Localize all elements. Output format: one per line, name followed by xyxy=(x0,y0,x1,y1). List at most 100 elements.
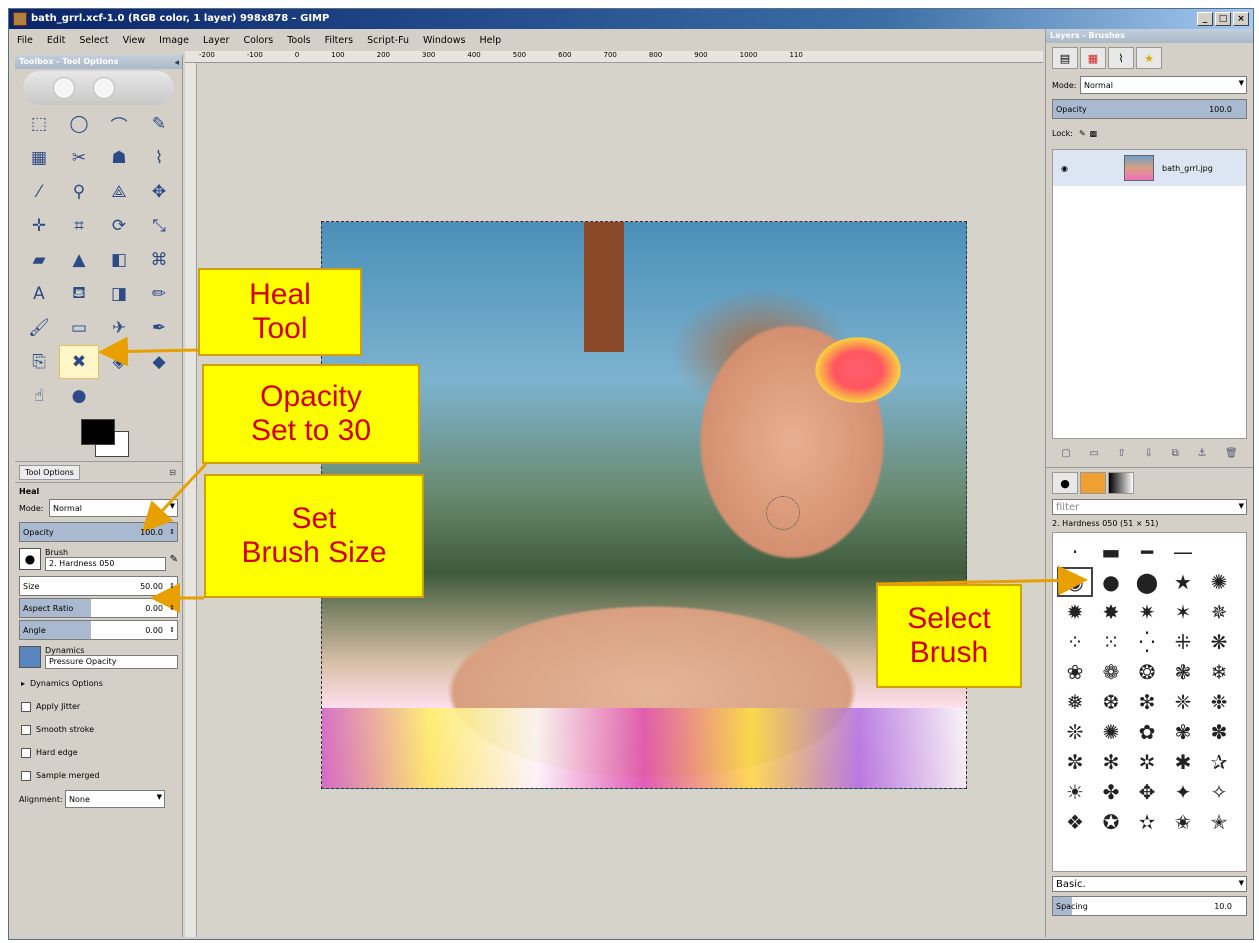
layers-mode-select[interactable]: Normal ▼ xyxy=(1080,76,1247,94)
new-layer-icon[interactable]: ▢ xyxy=(1061,448,1070,459)
brush-preview[interactable]: ✿ xyxy=(1129,717,1165,747)
blend-icon[interactable]: ◨ xyxy=(99,277,139,311)
tab-patterns-icon[interactable] xyxy=(1080,472,1106,494)
edit-brush-icon[interactable]: ✎ xyxy=(166,554,178,565)
brush-preview[interactable]: ❖ xyxy=(1057,807,1093,837)
smudge-icon[interactable]: ☝ xyxy=(19,379,59,413)
delete-layer-icon[interactable]: 🗑 xyxy=(1225,448,1238,459)
brush-preview[interactable]: ❆ xyxy=(1093,687,1129,717)
blur-sharpen-icon[interactable]: ◆ xyxy=(139,345,179,379)
smooth-stroke-checkbox[interactable] xyxy=(21,724,31,735)
eraser-icon[interactable]: ▭ xyxy=(59,311,99,345)
tab-brushes-icon[interactable]: ● xyxy=(1052,472,1078,494)
brush-preview[interactable]: ✹ xyxy=(1057,597,1093,627)
dynamics-field[interactable]: Pressure Opacity xyxy=(45,654,178,669)
dynamics-options-expander[interactable]: ▸ Dynamics Options xyxy=(15,672,182,695)
move-icon[interactable]: ✥ xyxy=(139,175,179,209)
brush-preview[interactable]: ⁘ xyxy=(1057,627,1093,657)
menu-select[interactable]: Select xyxy=(77,33,110,48)
brush-preview-icon[interactable]: ● xyxy=(19,548,41,570)
horizontal-ruler[interactable]: -200 -100 0 100 200 300 400 500 600 700 800 900 1000… xyxy=(185,51,1043,63)
dodge-burn-icon[interactable]: ● xyxy=(59,379,99,413)
heal-icon[interactable]: ✖ xyxy=(59,345,99,379)
rotate-icon[interactable]: ⟳ xyxy=(99,209,139,243)
size-slider[interactable]: Size 50.00 ⇕ xyxy=(19,576,178,596)
brush-preview[interactable]: ✸ xyxy=(1093,597,1129,627)
brush-preview[interactable]: ━ xyxy=(1129,537,1165,567)
brush-preview[interactable]: ❁ xyxy=(1093,657,1129,687)
brush-preview[interactable]: ❀ xyxy=(1057,657,1093,687)
bucket-fill-icon[interactable]: ⛾ xyxy=(59,277,99,311)
opacity-slider[interactable]: Opacity 100.0 ⇕ xyxy=(19,522,178,542)
perspective-icon[interactable]: ▲ xyxy=(59,243,99,277)
brush-preview[interactable]: ✧ xyxy=(1201,777,1237,807)
brush-preview[interactable]: ✺ xyxy=(1201,567,1237,597)
flip-icon[interactable]: ◧ xyxy=(99,243,139,277)
dock-menu-icon[interactable]: ◂ xyxy=(174,56,179,70)
alignment-select[interactable]: None ▼ xyxy=(65,790,165,808)
menu-filters[interactable]: Filters xyxy=(323,33,355,48)
lock-pixels-icon[interactable]: ✎ xyxy=(1073,129,1086,138)
maximize-button[interactable]: □ xyxy=(1215,12,1231,26)
brush-preview[interactable]: ✪ xyxy=(1093,807,1129,837)
duplicate-layer-icon[interactable]: ⧉ xyxy=(1172,448,1179,459)
brush-preview[interactable]: ❉ xyxy=(1201,687,1237,717)
brush-preview[interactable]: ❃ xyxy=(1165,657,1201,687)
brush-preview[interactable]: ☀ xyxy=(1057,777,1093,807)
foreground-select-icon[interactable]: ☗ xyxy=(99,141,139,175)
brush-preview[interactable]: ❈ xyxy=(1165,687,1201,717)
menu-help[interactable]: Help xyxy=(477,33,503,48)
dynamics-icon[interactable] xyxy=(19,646,41,668)
visibility-eye-icon[interactable]: ◉ xyxy=(1061,164,1068,173)
brush-preview[interactable]: ❊ xyxy=(1057,717,1093,747)
scale-icon[interactable]: ⤡ xyxy=(139,209,179,243)
brush-preview[interactable]: — xyxy=(1165,537,1201,567)
brush-preview[interactable]: ★ xyxy=(1165,567,1201,597)
fuzzy-select-icon[interactable]: ✎ xyxy=(139,107,179,141)
tab-layers-icon[interactable]: ▤ xyxy=(1052,47,1078,69)
brush-preview[interactable]: ❋ xyxy=(1201,627,1237,657)
brush-preview[interactable]: ✤ xyxy=(1093,777,1129,807)
menu-view[interactable]: View xyxy=(121,33,148,48)
brush-preview[interactable]: ✾ xyxy=(1165,717,1201,747)
tab-menu-icon[interactable]: ⊟ xyxy=(169,468,176,477)
brush-preview[interactable] xyxy=(1201,537,1237,567)
foreground-color-swatch[interactable] xyxy=(81,419,115,445)
tab-paths-icon[interactable]: ⌇ xyxy=(1108,47,1134,69)
brush-preview[interactable]: ❇ xyxy=(1129,687,1165,717)
lock-alpha-icon[interactable]: ▩ xyxy=(1086,129,1098,138)
free-select-icon[interactable]: ⌒ xyxy=(99,107,139,141)
brush-preview[interactable]: ✬ xyxy=(1165,807,1201,837)
paths-icon[interactable]: ⌇ xyxy=(139,141,179,175)
new-group-icon[interactable]: ▭ xyxy=(1089,448,1098,459)
spin-icon[interactable]: ⇕ xyxy=(169,528,175,536)
brush-preview[interactable]: ⁜ xyxy=(1165,627,1201,657)
spin-icon[interactable]: ⇕ xyxy=(169,604,175,612)
brush-preview[interactable]: ✰ xyxy=(1201,747,1237,777)
paintbrush-icon[interactable]: 🖌 xyxy=(19,311,59,345)
brush-preview[interactable]: · xyxy=(1057,537,1093,567)
airbrush-icon[interactable]: ✈ xyxy=(99,311,139,345)
ellipse-select-icon[interactable]: ◯ xyxy=(59,107,99,141)
tab-gradients-icon[interactable] xyxy=(1108,472,1134,494)
brush-preview[interactable]: ● xyxy=(1093,567,1129,597)
menu-edit[interactable]: Edit xyxy=(45,33,67,48)
menu-image[interactable]: Image xyxy=(157,33,191,48)
spacing-slider[interactable]: Spacing 10.0 xyxy=(1052,896,1247,916)
layer-row[interactable]: ◉ bath_grrl.jpg xyxy=(1053,150,1246,186)
raise-layer-icon[interactable]: ⇧ xyxy=(1118,448,1126,459)
brush-tag-filter[interactable]: filter ▼ xyxy=(1052,499,1247,515)
menu-file[interactable]: File xyxy=(15,33,35,48)
brush-preview[interactable]: ⬤ xyxy=(1129,567,1165,597)
pencil-icon[interactable]: ✏ xyxy=(139,277,179,311)
brush-field[interactable]: 2. Hardness 050 xyxy=(45,556,166,571)
select-by-color-icon[interactable]: ▦ xyxy=(19,141,59,175)
menu-layer[interactable]: Layer xyxy=(201,33,232,48)
layer-opacity-slider[interactable]: Opacity 100.0 xyxy=(1052,99,1247,119)
menu-windows[interactable]: Windows xyxy=(421,33,467,48)
brush-preview[interactable]: ✶ xyxy=(1165,597,1201,627)
hard-edge-checkbox[interactable] xyxy=(21,747,31,758)
brush-preview[interactable]: ✼ xyxy=(1057,747,1093,777)
brush-preview[interactable]: ▬ xyxy=(1093,537,1129,567)
aspect-ratio-slider[interactable]: Aspect Ratio 0.00 ⇕ xyxy=(19,598,178,618)
